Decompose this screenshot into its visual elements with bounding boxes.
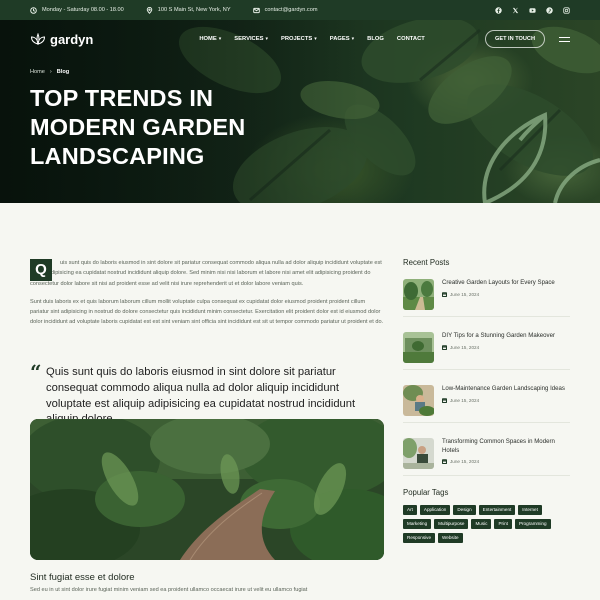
post-date: June 15, 2024	[442, 292, 555, 297]
nav-item-label: CONTACT	[396, 36, 425, 42]
tag-music[interactable]: Music	[471, 519, 492, 529]
post-thumbnail[interactable]	[403, 438, 434, 469]
calendar-icon	[442, 344, 447, 350]
post-thumbnail[interactable]	[403, 385, 434, 416]
address-info: 100 S Main St, New York, NY	[146, 6, 231, 14]
post-title[interactable]: Transforming Common Spaces in Modern Hot…	[442, 438, 570, 455]
nav-item-label: SERVICES	[234, 36, 264, 42]
mail-icon	[252, 7, 260, 13]
post-thumbnail[interactable]	[403, 279, 434, 310]
nav-item-services[interactable]: SERVICES ▾	[234, 36, 268, 42]
page-title: TOP TRENDS IN MODERN GARDEN LANDSCAPING	[30, 85, 246, 169]
calendar-icon	[442, 459, 447, 465]
article-content: Q uis sunt quis do laboris eiusmod in si…	[30, 258, 384, 593]
tag-cloud: Art Application Design Entertainment Int…	[403, 505, 570, 543]
drop-cap: Q	[30, 259, 52, 281]
nav-item-home[interactable]: HOME ▾	[199, 36, 221, 42]
breadcrumb: Home › Blog	[30, 69, 69, 75]
chevron-down-icon: ▾	[218, 36, 222, 42]
post-date: June 15, 2024	[442, 398, 565, 403]
clock-icon	[30, 6, 37, 14]
post-title[interactable]: DIY Tips for a Stunning Garden Makeover	[442, 332, 555, 341]
body-paragraph: Sunt duis laboris ex et quis laborum lab…	[30, 298, 384, 326]
email-link[interactable]: contact@gardyn.com	[265, 7, 318, 13]
x-icon[interactable]	[512, 7, 519, 14]
post-title[interactable]: Creative Garden Layouts for Every Space	[442, 279, 555, 288]
tag-programming[interactable]: Programming	[514, 519, 551, 529]
get-in-touch-button[interactable]: GET IN TOUCH	[485, 30, 545, 48]
logo-text: gardyn	[50, 31, 94, 47]
post-thumbnail[interactable]	[403, 332, 434, 363]
nav-menu: HOME ▾ SERVICES ▾ PROJECTS ▾ PAGES ▾ BLOG CO…	[199, 36, 424, 42]
calendar-icon	[442, 291, 447, 297]
facebook-icon[interactable]	[495, 6, 502, 14]
recent-posts-list: Creative Garden Layouts for Every Space …	[403, 275, 570, 476]
youtube-icon[interactable]	[529, 7, 536, 14]
nav-item-label: BLOG	[367, 36, 384, 42]
post-date-text: June 15, 2024	[450, 397, 480, 403]
pinterest-icon[interactable]	[546, 6, 553, 14]
post-title[interactable]: Low-Maintenance Garden Landscaping Ideas	[442, 385, 565, 394]
post-date: June 15, 2024	[442, 345, 555, 350]
chevron-down-icon: ▾	[265, 36, 268, 42]
tag-marketing[interactable]: Marketing	[403, 519, 432, 529]
chevron-down-icon: ▾	[351, 36, 355, 42]
nav-item-label: HOME	[199, 36, 217, 42]
recent-post[interactable]: DIY Tips for a Stunning Garden Makeover …	[403, 328, 570, 370]
tag-print[interactable]: Print	[494, 519, 512, 529]
tag-art[interactable]: Art	[403, 505, 417, 515]
tag-application[interactable]: Application	[419, 505, 451, 515]
email-info[interactable]: contact@gardyn.com	[252, 7, 318, 14]
location-pin-icon	[146, 6, 153, 14]
instagram-icon[interactable]	[563, 6, 570, 14]
tag-responsive[interactable]: Responsive	[403, 533, 436, 543]
hours-text: Monday - Saturday 08.00 - 18.00	[42, 7, 124, 13]
nav-item-label: PAGES	[329, 36, 350, 42]
tag-design[interactable]: Design	[453, 505, 476, 515]
social-links	[495, 6, 570, 14]
nav-item-pages[interactable]: PAGES ▾	[330, 36, 354, 42]
section-heading: Sint fugiat esse et dolore	[30, 572, 135, 583]
hours-info: Monday - Saturday 08.00 - 18.00	[30, 6, 124, 14]
calendar-icon	[442, 397, 447, 403]
tag-internet[interactable]: Internet	[518, 505, 542, 515]
garden-path-illustration	[30, 419, 384, 560]
post-date-text: June 15, 2024	[450, 459, 480, 465]
popular-tags-heading: Popular Tags	[403, 488, 449, 497]
leaf-logo-icon	[30, 33, 46, 45]
garden-path-photo	[30, 419, 384, 560]
breadcrumb-home[interactable]: Home	[30, 69, 45, 75]
nav-item-projects[interactable]: PROJECTS ▾	[281, 36, 317, 42]
section-paragraph: Sed eu in ut sint dolor irure fugiat min…	[30, 587, 308, 593]
chevron-right-icon: ›	[49, 69, 52, 75]
tag-website[interactable]: Website	[438, 533, 463, 543]
recent-posts-heading: Recent Posts	[403, 258, 450, 267]
recent-post[interactable]: Low-Maintenance Garden Landscaping Ideas…	[403, 381, 570, 423]
sidebar: Recent Posts Creative Garden Layouts for…	[403, 258, 570, 543]
tag-entertainment[interactable]: Entertainment	[478, 505, 516, 515]
intro-text: uis sunt quis do laboris eiusmod in sint…	[30, 260, 382, 287]
hamburger-menu-icon[interactable]	[559, 36, 570, 42]
address-text: 100 S Main St, New York, NY	[157, 7, 231, 13]
main-navigation: gardyn HOME ▾ SERVICES ▾ PROJECTS ▾ PAGES ▾ …	[30, 26, 570, 52]
recent-post[interactable]: Transforming Common Spaces in Modern Hot…	[403, 434, 570, 476]
post-date: June 15, 2024	[442, 459, 570, 465]
tag-multipurpose[interactable]: Multipurpose	[434, 519, 469, 529]
post-date-text: June 15, 2024	[450, 344, 480, 350]
breadcrumb-current: Blog	[56, 69, 70, 75]
nav-item-blog[interactable]: BLOG	[367, 36, 384, 42]
chevron-down-icon: ▾	[314, 36, 317, 42]
intro-paragraph: Q uis sunt quis do laboris eiusmod in si…	[30, 258, 384, 289]
site-logo[interactable]: gardyn	[30, 32, 93, 47]
nav-item-contact[interactable]: CONTACT	[397, 36, 425, 42]
post-date-text: June 15, 2024	[450, 291, 480, 297]
hero-banner: gardyn HOME ▾ SERVICES ▾ PROJECTS ▾ PAGES ▾ …	[0, 20, 600, 203]
recent-post[interactable]: Creative Garden Layouts for Every Space …	[403, 275, 570, 317]
nav-item-label: PROJECTS	[281, 36, 313, 42]
top-info-bar: Monday - Saturday 08.00 - 18.00 100 S Ma…	[0, 0, 600, 20]
